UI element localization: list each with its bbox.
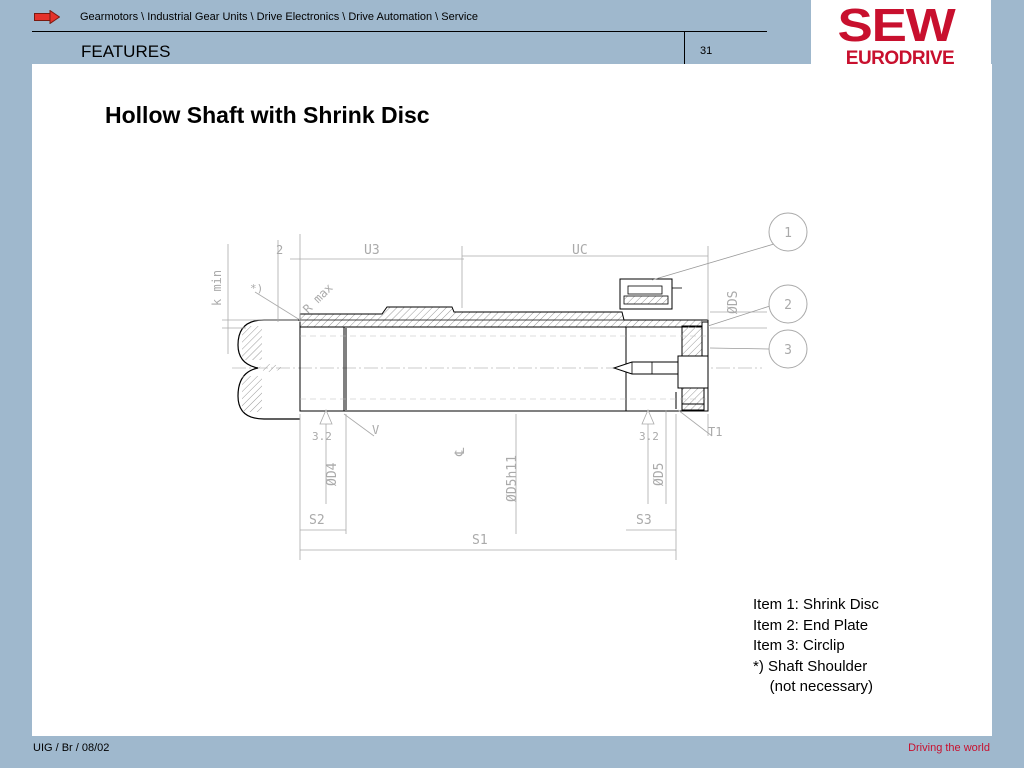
item-balloon-3: 3 [768, 329, 808, 369]
dim-d5: ØD5 [652, 463, 667, 486]
legend-item-note: (not necessary) [753, 678, 874, 695]
footer-slogan: Driving the world [908, 742, 990, 754]
svg-text:SEW: SEW [837, 0, 955, 51]
section-title: FEATURES [81, 42, 171, 61]
dim-s2: S2 [309, 513, 325, 528]
dim-r-max: R max [300, 281, 335, 316]
dim-star: *) [250, 282, 263, 295]
slide-content: Hollow Shaft with Shrink Disc k min 2 U3… [32, 64, 992, 736]
dim-t1: T1 [708, 425, 722, 439]
dim-d5h11: ØD5h11 [505, 455, 520, 502]
item-label-1: 1 [784, 226, 792, 241]
dim-2: 2 [276, 243, 283, 257]
dim-v: V [372, 423, 379, 437]
arrow-right-icon [34, 10, 60, 24]
legend: Item 1: Shrink Disc Item 2: End Plate It… [753, 595, 879, 698]
dim-k-min: k min [210, 270, 224, 306]
item-label-2: 2 [784, 298, 792, 313]
legend-item-3: Item 3: Circlip [753, 637, 845, 654]
dim-roughness-right: 3.2 [639, 430, 659, 443]
dim-uc: UC [572, 243, 588, 258]
legend-item-2: Item 2: End Plate [753, 616, 869, 634]
dim-ds: ØDS [726, 291, 741, 314]
footer-reference: UIG / Br / 08/02 [33, 742, 110, 754]
legend-item-shoulder: *) Shaft Shoulder [753, 657, 868, 675]
dim-roughness-left: 3.2 [312, 430, 332, 443]
legend-item-1: Item 1: Shrink Disc [753, 596, 879, 613]
breadcrumb[interactable]: Gearmotors \ Industrial Gear Units \ Dri… [80, 11, 478, 23]
dim-s1: S1 [472, 533, 488, 548]
dim-u3: U3 [364, 243, 380, 258]
dim-s3: S3 [636, 513, 652, 528]
item-label-3: 3 [784, 343, 792, 358]
header-vertical-divider [684, 32, 685, 64]
item-balloon-1: 1 [768, 212, 808, 252]
dim-centerline: ℄ [453, 447, 468, 457]
dim-d4: ØD4 [325, 462, 340, 486]
header-divider [32, 31, 767, 32]
page-number: 31 [700, 45, 713, 57]
item-balloon-2: 2 [768, 284, 808, 324]
sew-eurodrive-logo: SEW EURODRIVE [837, 0, 957, 68]
